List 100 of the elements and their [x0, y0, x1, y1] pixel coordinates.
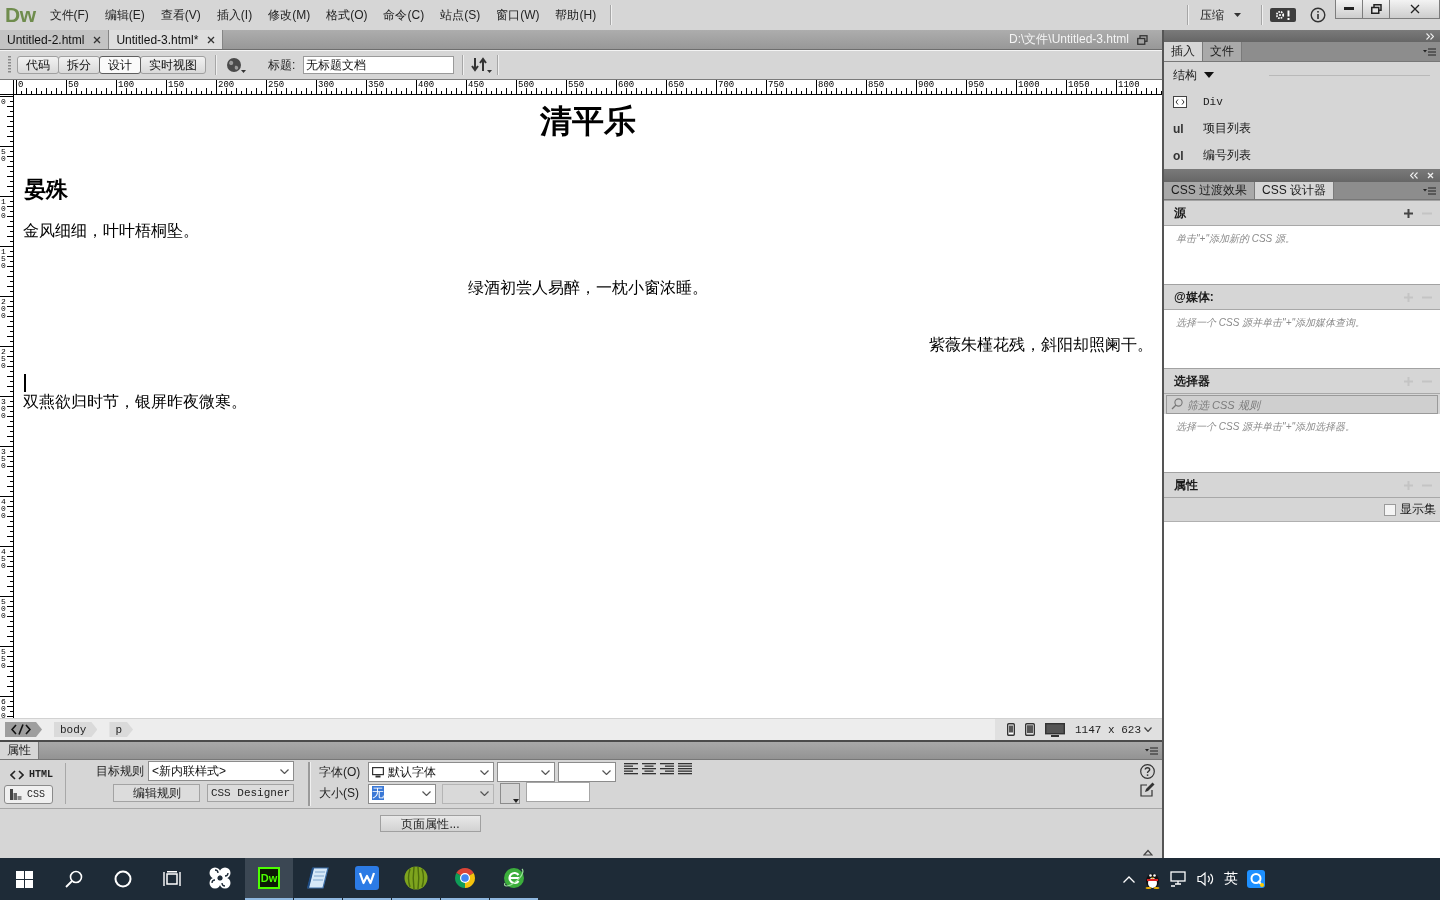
- grip-icon: [8, 56, 11, 74]
- caret-icon: [513, 799, 519, 803]
- phone-icon[interactable]: [1007, 723, 1015, 736]
- double-chevron-left-icon[interactable]: [1410, 172, 1418, 179]
- checkbox-icon[interactable]: [1384, 503, 1396, 516]
- workspace-switcher[interactable]: 压缩: [1196, 4, 1245, 26]
- menu-item[interactable]: 命令(C): [375, 3, 433, 27]
- align-center-icon[interactable]: [642, 763, 656, 775]
- font-style-dropdown[interactable]: [497, 762, 555, 782]
- section-header[interactable]: 源: [1164, 200, 1440, 226]
- ruler-label: 500: [1, 598, 7, 619]
- panel-tab[interactable]: 属性: [0, 742, 39, 759]
- menu-icon[interactable]: [1423, 186, 1436, 195]
- mode-button[interactable]: HTML: [4, 767, 61, 783]
- tag-abbreviation[interactable]: ol: [1173, 148, 1184, 163]
- network-icon[interactable]: [1170, 871, 1188, 887]
- close-icon[interactable]: [207, 35, 216, 44]
- font-dropdown[interactable]: 默认字体: [368, 762, 494, 782]
- menu-item[interactable]: 编辑(E): [96, 3, 153, 27]
- double-chevron-icon[interactable]: [1426, 32, 1434, 40]
- document-tab[interactable]: Untitled-3.html*: [109, 30, 224, 49]
- menu-item[interactable]: 插入(I): [208, 3, 261, 27]
- color-picker[interactable]: [500, 783, 520, 804]
- target-rule-dropdown[interactable]: <新内联样式>: [148, 761, 294, 781]
- color-field[interactable]: [526, 782, 590, 802]
- view-button[interactable]: 设计: [99, 56, 141, 74]
- ruler-label: 50: [1, 148, 7, 162]
- sort-arrows-icon[interactable]: [471, 56, 494, 74]
- mode-button[interactable]: CSS: [4, 785, 53, 804]
- paragraph: 绿酒初尝人易醉，一枕小窗浓睡。: [468, 278, 708, 298]
- panel-tab[interactable]: CSS 设计器: [1255, 182, 1335, 199]
- info-icon[interactable]: [1310, 7, 1326, 23]
- search-icon[interactable]: [64, 870, 83, 888]
- edit-icon[interactable]: [1140, 782, 1155, 797]
- rule-button[interactable]: CSS Designer: [207, 784, 294, 802]
- close-icon[interactable]: [93, 35, 102, 44]
- caret-icon: [1234, 13, 1241, 17]
- minimize-button[interactable]: [1335, 0, 1363, 19]
- tag-abbreviation[interactable]: ul: [1173, 121, 1184, 136]
- insert-item[interactable]: 项目列表: [1203, 120, 1251, 137]
- taskbar-button[interactable]: Dw: [245, 858, 293, 900]
- panel-tab[interactable]: 插入: [1164, 42, 1203, 61]
- view-button[interactable]: 拆分: [58, 56, 100, 74]
- align-right-icon[interactable]: [660, 763, 674, 775]
- insert-item[interactable]: 编号列表: [1203, 147, 1251, 164]
- tag-selector-item[interactable]: p: [109, 722, 133, 737]
- ring-icon[interactable]: [113, 870, 132, 888]
- align-justify-icon[interactable]: [678, 763, 692, 775]
- insert-item[interactable]: Div: [1203, 95, 1223, 108]
- desktop-icon[interactable]: [1045, 722, 1065, 737]
- menu-item[interactable]: 修改(M): [260, 3, 319, 27]
- size-dropdown[interactable]: 无: [368, 783, 436, 804]
- globe-icon[interactable]: [226, 56, 246, 74]
- ruler-label: 100: [116, 80, 166, 94]
- volume-icon[interactable]: [1197, 871, 1215, 887]
- plus-icon[interactable]: [1404, 208, 1413, 218]
- task-view-icon[interactable]: [161, 871, 182, 887]
- chevron-up-icon[interactable]: [1123, 875, 1135, 883]
- triangle-up-icon[interactable]: [1143, 849, 1153, 856]
- view-button[interactable]: 代码: [17, 56, 59, 74]
- rule-button[interactable]: 编辑规则: [113, 784, 200, 802]
- chevron-down-icon: [422, 791, 431, 796]
- menu-item[interactable]: 格式(O): [318, 3, 376, 27]
- category-dropdown[interactable]: 结构: [1173, 66, 1214, 84]
- section-title: 属性: [1174, 476, 1198, 494]
- ruler-label: 150: [166, 80, 216, 94]
- menu-icon[interactable]: [1145, 746, 1158, 755]
- q-logo-icon[interactable]: [1247, 870, 1265, 888]
- chevron-down-icon: [602, 769, 611, 775]
- menu-item[interactable]: 查看(V): [152, 3, 209, 27]
- menu-icon[interactable]: [1423, 47, 1436, 56]
- font-style-dropdown[interactable]: [558, 762, 616, 782]
- document-tab[interactable]: Untitled-2.html: [0, 30, 110, 49]
- title-field[interactable]: 无标题文档: [303, 56, 455, 74]
- panel-tab[interactable]: 文件: [1203, 42, 1242, 61]
- restore-icon[interactable]: [1137, 34, 1148, 45]
- ruler-label: 850: [866, 80, 916, 94]
- chevron-down-icon: [280, 768, 289, 774]
- tag-selector-item[interactable]: body: [54, 722, 98, 737]
- menu-item[interactable]: 窗口(W): [488, 3, 548, 27]
- filter-field[interactable]: 筛选 CSS 规则: [1166, 395, 1438, 414]
- panel-tab[interactable]: CSS 过渡效果: [1164, 182, 1255, 199]
- page-properties-button[interactable]: 页面属性...: [380, 815, 481, 832]
- close-button[interactable]: [1389, 0, 1440, 19]
- restore-button[interactable]: [1362, 0, 1390, 19]
- input-language[interactable]: 英: [1224, 870, 1238, 888]
- code-box-icon[interactable]: [1173, 95, 1187, 108]
- menu-item[interactable]: 帮助(H): [547, 3, 605, 27]
- minimize-icon: [1344, 7, 1354, 11]
- menu-item[interactable]: 文件(F): [41, 3, 97, 27]
- tablet-icon[interactable]: [1025, 723, 1035, 736]
- chevron-down-icon: [541, 769, 550, 775]
- align-left-icon[interactable]: [624, 763, 638, 775]
- start-icon[interactable]: [16, 870, 33, 888]
- view-button[interactable]: 实时视图: [140, 56, 206, 74]
- gear-alert-icon[interactable]: [1270, 8, 1296, 22]
- code-tag-button[interactable]: [5, 722, 42, 737]
- help-icon[interactable]: [1140, 764, 1155, 779]
- ruler-label: 0: [16, 80, 66, 94]
- menu-item[interactable]: 站点(S): [432, 3, 489, 27]
